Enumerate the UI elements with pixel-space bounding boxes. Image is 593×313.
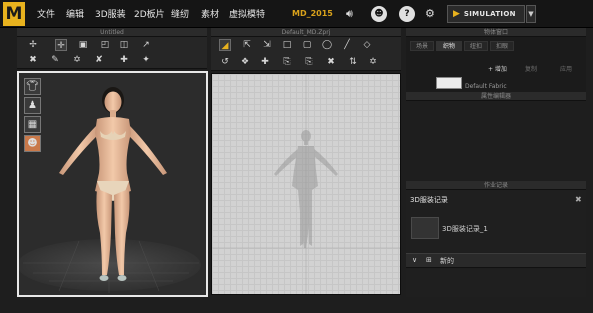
arrange-tool[interactable]: ✎ <box>49 54 61 66</box>
avatar-icon[interactable]: ♟ <box>24 97 41 114</box>
version-label: MD_2015 <box>292 9 333 18</box>
pattern-select-tool[interactable]: ◢ <box>219 39 231 51</box>
select-mesh-tool[interactable]: ✢ <box>27 39 39 51</box>
simulation-dropdown[interactable]: ▼ <box>526 5 536 23</box>
simulation-label: SIMULATION <box>463 10 516 18</box>
tab-button[interactable]: 纽扣 <box>464 41 488 51</box>
simulation-button[interactable]: ▶ SIMULATION <box>447 5 525 23</box>
pleat-tool[interactable]: ⎘ <box>303 56 315 68</box>
object-browser-title: 物体窗口 <box>483 29 508 36</box>
tab-buttonhole-label: 扣眼 <box>495 43 508 50</box>
view3d-viewport[interactable] <box>17 71 208 297</box>
property-editor-title-bar: 属性编辑器 <box>406 92 586 101</box>
polygon-tool[interactable]: □ <box>281 39 293 51</box>
history-new-label: 新的 <box>440 257 454 265</box>
help-icon[interactable]: ? <box>399 6 415 22</box>
add-fabric-button[interactable]: + 增加 <box>488 65 507 75</box>
fitting-tool[interactable]: ✦ <box>140 54 152 66</box>
property-editor-title: 属性编辑器 <box>480 93 511 100</box>
segment-sew-tool[interactable]: ❖ <box>239 56 251 68</box>
history-new-row[interactable]: ∨ ⊞ 新的 <box>406 253 586 268</box>
circle-tool[interactable]: ◯ <box>321 39 333 51</box>
object-browser-title-bar: 物体窗口 <box>406 28 586 37</box>
menu-2d-pattern[interactable]: 2D板片 <box>134 7 165 20</box>
edit-tool[interactable]: ↗ <box>140 39 152 51</box>
view2d-title-bar: Default_MD.Zprj <box>211 28 401 37</box>
user-icon[interactable]: ☻ <box>371 6 387 22</box>
volume-icon[interactable]: 🔊︎ <box>346 6 353 22</box>
history-title: 作业记录 <box>483 182 508 189</box>
internal-line-tool[interactable]: ╱ <box>341 39 353 51</box>
tab-fabric[interactable]: 织物 <box>436 41 462 51</box>
select-box-tool[interactable]: ▣ <box>77 39 89 51</box>
menu-edit[interactable]: 编辑 <box>66 7 84 20</box>
skin-icon[interactable]: ☻ <box>24 135 41 152</box>
avatar-figure <box>19 87 201 293</box>
menu-bar: M 文件 编辑 3D服装 2D板片 缝纫 素材 虚拟模特 MD_2015 🔊︎ … <box>0 0 593 28</box>
menu-file[interactable]: 文件 <box>37 7 55 20</box>
menu-material[interactable]: 素材 <box>201 7 219 20</box>
free-sew-tool[interactable]: ✚ <box>259 56 271 68</box>
pin-tool[interactable]: ✖ <box>27 54 39 66</box>
move-tool[interactable]: ✛ <box>55 39 67 51</box>
tack-tool[interactable]: ✡ <box>71 54 83 66</box>
menu-sewing[interactable]: 缝纫 <box>171 7 189 20</box>
menu-avatar[interactable]: 虚拟模特 <box>229 7 265 20</box>
trash-icon[interactable]: ✖ <box>575 195 582 204</box>
fold-arrange-tool[interactable]: ⎘ <box>281 56 293 68</box>
tab-fabric-label: 织物 <box>442 43 455 50</box>
tack-2d-tool[interactable]: ✖ <box>325 56 337 68</box>
point-edit-tool[interactable]: ⇱ <box>241 39 253 51</box>
transform-tool[interactable]: ◰ <box>99 39 111 51</box>
zip-tool[interactable]: ✡ <box>367 56 379 68</box>
view2d-viewport[interactable] <box>211 73 401 295</box>
view2d-toolbar: ◢ ⇱ ⇲ □ ▢ ◯ ╱ ◇ ↺ ❖ ✚ ⎘ ⎘ ✖ ⇅ ✡ <box>211 37 401 71</box>
add-icon[interactable]: ⊞ <box>426 256 432 264</box>
fabric-swatch[interactable] <box>436 77 462 89</box>
texture-tool[interactable]: ✚ <box>118 54 130 66</box>
tab-scene-label: 场景 <box>415 43 428 50</box>
copy-fabric-button[interactable]: 复制 <box>525 65 537 75</box>
history-title-bar: 作业记录 <box>406 181 586 190</box>
tab-scene[interactable]: 场景 <box>410 41 434 51</box>
tuck-tool[interactable]: ⇅ <box>347 56 359 68</box>
expand-icon[interactable]: ∨ <box>412 256 417 264</box>
tab-button-label: 纽扣 <box>469 43 482 50</box>
simulation-icon: ▶ <box>453 9 460 19</box>
history-empty-area <box>406 269 586 297</box>
history-item[interactable]: 3D服装记录_1 <box>442 224 488 234</box>
view2d-title: Default_MD.Zprj <box>281 29 331 36</box>
app-logo: M <box>3 2 25 26</box>
rectangle-tool[interactable]: ▢ <box>301 39 313 51</box>
trace-tool[interactable]: ↺ <box>219 56 231 68</box>
history-heading: 3D服装记录 <box>410 196 448 204</box>
settings-icon[interactable]: ⚙ <box>425 6 435 22</box>
fabric-name[interactable]: Default Fabric <box>465 82 507 92</box>
menu-3d-garment[interactable]: 3D服装 <box>95 7 126 20</box>
curve-point-tool[interactable]: ⇲ <box>261 39 273 51</box>
tab-buttonhole[interactable]: 扣眼 <box>490 41 514 51</box>
measure-tool[interactable]: ✘ <box>93 54 105 66</box>
dart-tool[interactable]: ◇ <box>361 39 373 51</box>
view3d-title-bar: Untitled <box>17 28 207 37</box>
fold-tool[interactable]: ◫ <box>118 39 130 51</box>
texture-icon[interactable]: ▦ <box>24 116 41 133</box>
view3d-title: Untitled <box>100 29 124 36</box>
apply-fabric-button[interactable]: 应用 <box>560 65 572 75</box>
garment-icon[interactable]: 👕︎ <box>24 78 41 95</box>
avatar-silhouette <box>212 74 400 294</box>
history-thumbnail[interactable] <box>411 217 439 239</box>
view3d-toolbar: ✢ ✛ ▣ ◰ ◫ ↗ ✖ ✎ ✡ ✘ ✚ ✦ <box>17 37 207 69</box>
property-editor-panel <box>406 101 586 179</box>
